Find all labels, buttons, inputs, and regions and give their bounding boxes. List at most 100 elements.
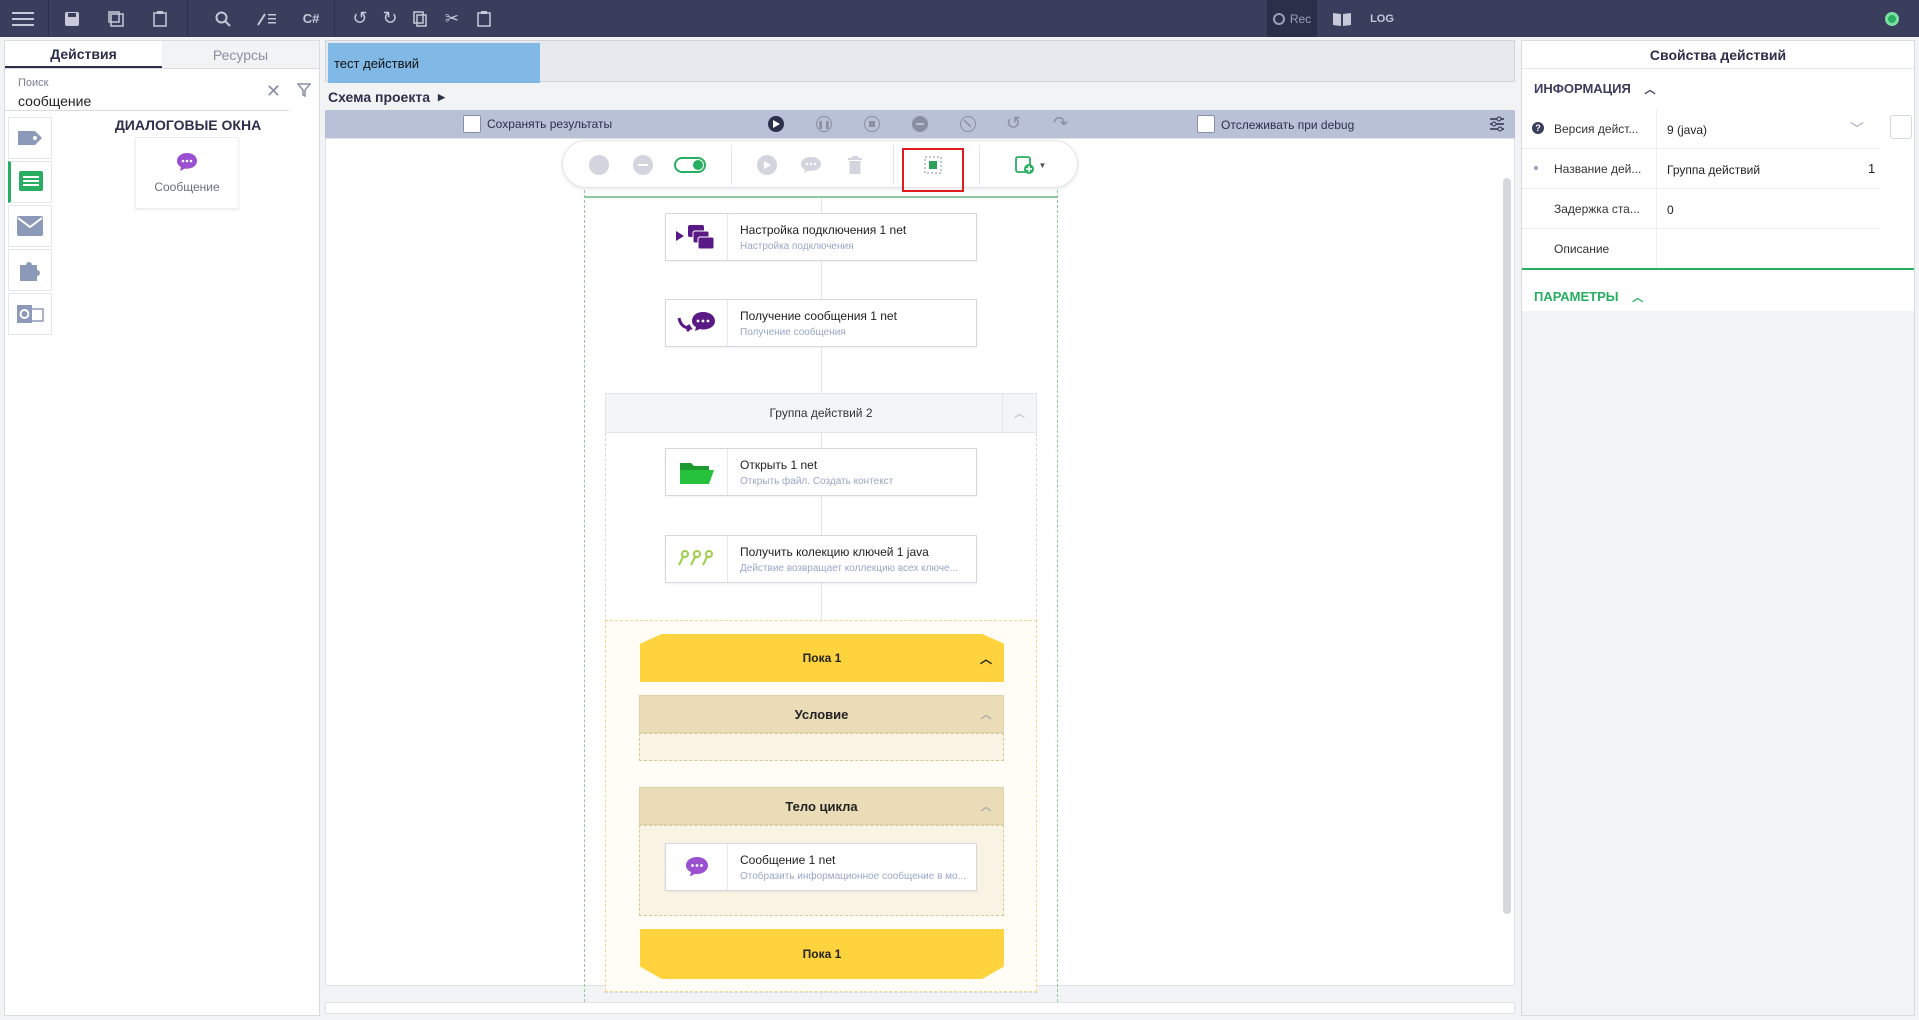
collapse-icon[interactable]: ︿ [969, 696, 1003, 732]
step-over-icon[interactable]: ↷ [1053, 113, 1068, 134]
description-field[interactable] [1656, 229, 1878, 268]
save-all-icon[interactable] [101, 4, 131, 34]
collapse-icon[interactable]: ︿ [980, 650, 992, 667]
clipboard-icon[interactable] [145, 4, 175, 34]
filter-icon[interactable] [289, 69, 319, 111]
redo-icon[interactable]: ↻ [375, 4, 405, 34]
settings-sliders-icon[interactable] [1489, 116, 1505, 135]
vertical-scrollbar[interactable] [1503, 178, 1511, 914]
breakpoint-icon[interactable] [587, 153, 611, 177]
node-desc: Отобразить информационное сообщение в мо… [740, 871, 966, 882]
receive-message-icon [666, 300, 728, 346]
tab-resources[interactable]: Ресурсы [162, 41, 319, 68]
delay-field[interactable]: 0 [1656, 189, 1878, 228]
collapse-icon[interactable]: ︿ [1002, 394, 1036, 432]
category-plugins[interactable] [8, 249, 52, 291]
name-field[interactable]: Группа действий [1656, 149, 1860, 188]
action-node[interactable]: Получение сообщения 1 net Получение сооб… [665, 299, 977, 347]
abort-icon[interactable] [912, 116, 928, 132]
action-node[interactable]: Открыть 1 net Открыть файл. Создать конт… [665, 448, 977, 496]
property-key: Название дей... [1554, 162, 1642, 176]
toolbox-item-label: Сообщение [154, 180, 220, 194]
name-index: 1 [1868, 161, 1876, 176]
run-block-icon[interactable] [755, 153, 779, 177]
condition-label: Условие [794, 706, 849, 722]
actions-panel: Действия Ресурсы Поиск сообщение ✕ ДИАЛО… [4, 40, 320, 1016]
clear-search-icon[interactable]: ✕ [266, 81, 281, 102]
disable-icon[interactable] [631, 153, 655, 177]
save-icon[interactable] [57, 4, 87, 34]
enable-toggle[interactable] [673, 153, 707, 177]
condition-header[interactable]: Условие ︿ [639, 695, 1004, 733]
book-icon[interactable] [1327, 4, 1357, 34]
node-title: Сообщение 1 net [740, 853, 836, 867]
delete-icon[interactable] [843, 153, 867, 177]
loop-body-label: Тело цикла [785, 798, 858, 814]
property-key: Версия дейст... [1554, 122, 1639, 136]
log-button[interactable]: LOG [1367, 4, 1397, 34]
node-desc: Действие возвращает коллекцию всех ключе… [740, 563, 958, 574]
project-tab[interactable]: тест действий [328, 43, 540, 83]
paste-icon[interactable] [469, 4, 499, 34]
name-value: Группа действий [1667, 163, 1761, 177]
section-divider [1522, 268, 1914, 270]
loop-foot-label: Пока 1 [802, 947, 842, 961]
skip-icon[interactable] [960, 116, 976, 132]
category-mail[interactable] [8, 205, 52, 247]
action-node[interactable]: Получить колекцию ключей 1 java Действие… [665, 535, 977, 583]
toolbox-item-message[interactable]: Сообщение [135, 137, 239, 209]
search-input[interactable]: Поиск сообщение ✕ [5, 69, 289, 111]
category-tag[interactable] [8, 117, 52, 159]
horizontal-scrollbar[interactable] [325, 1002, 1515, 1014]
help-icon[interactable]: ? [1532, 122, 1544, 134]
category-sidebar [8, 117, 52, 337]
params-section-label: ПАРАМЕТРЫ [1534, 289, 1619, 304]
search-icon[interactable] [208, 4, 238, 34]
version-link-icon[interactable] [1890, 115, 1912, 139]
collapse-icon[interactable]: ︿ [969, 788, 1003, 824]
version-value: 9 (java) [1667, 123, 1708, 137]
loop-body-header[interactable]: Тело цикла ︿ [639, 787, 1004, 825]
debug-track-checkbox[interactable] [1197, 115, 1215, 133]
outlook-icon [17, 305, 44, 323]
restart-icon[interactable]: ↺ [1006, 113, 1021, 134]
collapse-icon[interactable]: ︿ [1632, 292, 1643, 304]
node-desc: Настройка подключения [740, 241, 854, 252]
tab-actions[interactable]: Действия [5, 41, 162, 68]
breadcrumb[interactable]: Схема проекта ▶ [328, 86, 445, 108]
params-section-header[interactable]: ПАРАМЕТРЫ ︿ [1534, 289, 1643, 305]
node-title: Настройка подключения 1 net [740, 223, 907, 237]
debug-track-label: Отслеживать при debug [1221, 118, 1355, 132]
info-section-header[interactable]: ИНФОРМАЦИЯ ︿ [1534, 81, 1655, 97]
action-group-header[interactable]: Группа действий 2 ︿ [605, 393, 1037, 433]
comment-icon[interactable] [799, 153, 823, 177]
hamburger-menu-icon[interactable] [8, 4, 38, 34]
open-folder-icon [666, 449, 728, 495]
csharp-icon[interactable]: C# [296, 4, 326, 34]
cut-icon[interactable]: ✂ [437, 4, 467, 34]
add-block-icon [1014, 156, 1034, 174]
select-block-icon[interactable] [921, 153, 945, 177]
action-node[interactable]: Сообщение 1 net Отобразить информационно… [665, 843, 977, 891]
undo-icon[interactable]: ↺ [345, 4, 375, 34]
category-outlook[interactable] [8, 293, 52, 335]
condition-body[interactable] [639, 733, 1004, 761]
action-node[interactable]: Настройка подключения 1 net Настройка по… [665, 213, 977, 261]
edit-list-icon[interactable] [252, 4, 282, 34]
record-button[interactable]: Rec [1267, 0, 1317, 37]
copy-icon[interactable] [405, 4, 435, 34]
save-results-checkbox[interactable] [463, 115, 481, 133]
loop-footer[interactable]: Пока 1 [640, 929, 1004, 979]
collapse-icon[interactable]: ︿ [1644, 84, 1655, 96]
dialog-icon [19, 171, 43, 191]
loop-header[interactable]: Пока 1 ︿ [640, 634, 1004, 682]
chevron-right-icon: ▶ [438, 91, 445, 102]
pause-icon[interactable]: ❚❚ [816, 116, 832, 132]
run-icon[interactable] [768, 116, 784, 132]
node-title: Получение сообщения 1 net [740, 309, 897, 323]
category-dialogs[interactable] [8, 161, 52, 203]
app-window: C# ↺ ↻ ✂ Rec LOG Действия Ресурсы Поиск … [0, 0, 1919, 1020]
stop-icon[interactable] [864, 116, 880, 132]
version-select[interactable]: 9 (java) ﹀ [1656, 109, 1878, 148]
add-block-dropdown[interactable]: ▼ [1011, 153, 1049, 177]
